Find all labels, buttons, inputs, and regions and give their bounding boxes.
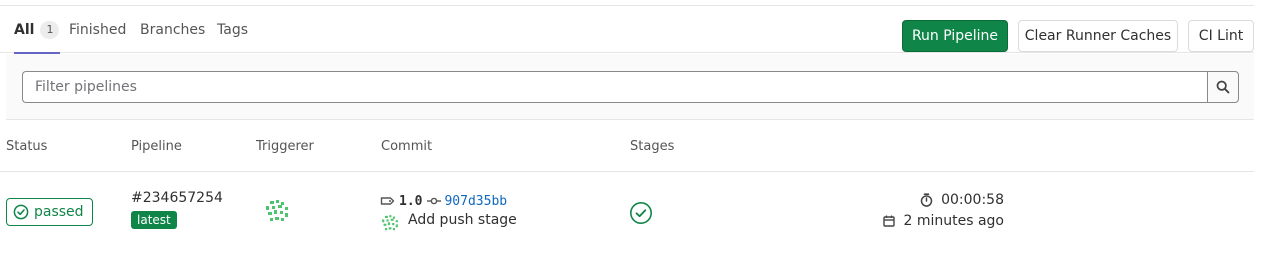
tab-branches[interactable]: Branches: [140, 6, 205, 53]
tab-all[interactable]: All 1: [14, 6, 61, 54]
header-triggerer: Triggerer: [256, 139, 314, 154]
tab-all-count: 1: [40, 20, 60, 39]
ci-lint-button[interactable]: CI Lint: [1188, 20, 1254, 52]
tab-all-label: All: [14, 21, 35, 38]
header-stages: Stages: [630, 139, 675, 154]
status-label: passed: [34, 204, 84, 220]
tag-icon: [380, 197, 395, 205]
duration-value: 00:00:58: [941, 192, 1004, 208]
tab-branches-label: Branches: [140, 21, 206, 38]
check-circle-icon: [13, 204, 29, 220]
tab-finished[interactable]: Finished: [69, 6, 126, 53]
filter-pipelines-input[interactable]: [22, 71, 1208, 103]
latest-badge: latest: [131, 211, 177, 229]
table-row: passed #234657254 latest 1.0 907d35bb Ad…: [0, 173, 1254, 251]
commit-author-avatar[interactable]: [380, 213, 400, 233]
status-badge[interactable]: passed: [6, 198, 93, 226]
timer-icon: [920, 193, 933, 207]
commit-icon: [427, 197, 442, 205]
search-button[interactable]: [1207, 71, 1239, 103]
commit-ref-line: 1.0 907d35bb: [380, 192, 507, 210]
pipeline-tabs: All 1 Finished Branches Tags Run Pipelin…: [0, 6, 1254, 54]
header-commit: Commit: [381, 139, 433, 154]
finished-time: 2 minutes ago: [883, 213, 1004, 229]
search-icon: [1216, 80, 1230, 94]
header-status: Status: [6, 139, 48, 154]
tab-finished-label: Finished: [69, 21, 127, 38]
tag-ref-link[interactable]: 1.0: [399, 194, 422, 209]
clear-runner-caches-button[interactable]: Clear Runner Caches: [1018, 20, 1178, 52]
header-pipeline: Pipeline: [131, 139, 182, 154]
calendar-icon: [883, 215, 896, 227]
commit-title-link[interactable]: Add push stage: [408, 212, 517, 228]
finished-time-value: 2 minutes ago: [903, 213, 1004, 229]
triggerer-avatar[interactable]: [263, 197, 291, 225]
pipeline-id-link[interactable]: #234657254: [131, 190, 223, 206]
table-header: Status Pipeline Triggerer Commit Stages: [0, 120, 1254, 172]
run-pipeline-button[interactable]: Run Pipeline: [902, 20, 1008, 52]
tab-tags-label: Tags: [217, 21, 248, 38]
duration: 00:00:58: [920, 192, 1004, 208]
tab-tags[interactable]: Tags: [217, 6, 248, 53]
stage-passed-icon[interactable]: [629, 201, 653, 225]
commit-sha-link[interactable]: 907d35bb: [444, 194, 507, 209]
filter-bar: [6, 54, 1254, 120]
